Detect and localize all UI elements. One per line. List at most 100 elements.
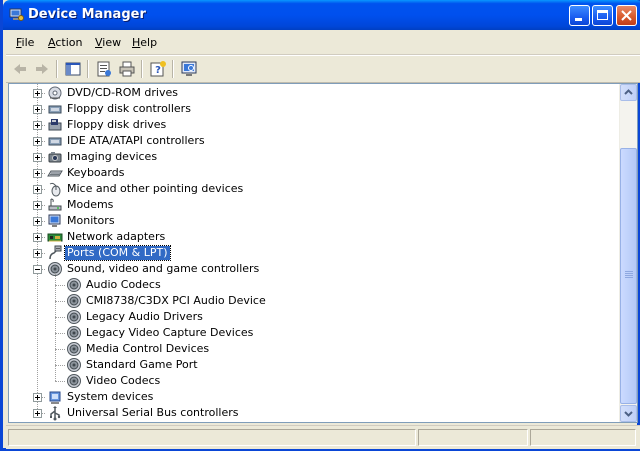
tree-item[interactable]: Mice and other pointing devices: [9, 181, 609, 197]
menu-view[interactable]: View: [95, 36, 121, 49]
status-pane-secondary: [418, 429, 528, 446]
device-tree[interactable]: DVD/CD-ROM drives Floppy disk controllers…: [8, 83, 638, 423]
minimize-button[interactable]: [569, 5, 590, 26]
menu-action[interactable]: Action: [48, 36, 82, 49]
back-icon[interactable]: [11, 60, 29, 78]
tree-child-label[interactable]: CMI8738/C3DX PCI Audio Device: [84, 294, 268, 308]
tree-item[interactable]: Monitors: [9, 213, 609, 229]
tree-item-label[interactable]: Mice and other pointing devices: [65, 182, 245, 196]
tree-child-item[interactable]: CMI8738/C3DX PCI Audio Device: [9, 293, 609, 309]
tree-item-label[interactable]: Sound, video and game controllers: [65, 262, 261, 276]
tree-item[interactable]: Modems: [9, 197, 609, 213]
expand-toggle[interactable]: [33, 233, 42, 242]
speaker-icon: [66, 373, 82, 389]
device-manager-window: Device Manager File Action View Help ? D…: [0, 0, 640, 451]
camera-icon: [47, 149, 63, 165]
tree-child-label[interactable]: Legacy Audio Drivers: [84, 310, 205, 324]
tree-connector: [55, 301, 65, 302]
speaker-icon: [66, 309, 82, 325]
vertical-scrollbar[interactable]: [619, 84, 637, 422]
expand-toggle[interactable]: [33, 201, 42, 210]
tree-item[interactable]: Floppy disk controllers: [9, 101, 609, 117]
tree-item[interactable]: Imaging devices: [9, 149, 609, 165]
tree-child-item[interactable]: Media Control Devices: [9, 341, 609, 357]
tree-item-label[interactable]: Monitors: [65, 214, 117, 228]
tree-item[interactable]: Sound, video and game controllers: [9, 261, 609, 277]
tree-child-label[interactable]: Media Control Devices: [84, 342, 211, 356]
tree-item[interactable]: Ports (COM & LPT): [9, 245, 609, 261]
tree-item[interactable]: Universal Serial Bus controllers: [9, 405, 609, 421]
tree-child-item[interactable]: Standard Game Port: [9, 357, 609, 373]
tree-item-label[interactable]: Universal Serial Bus controllers: [65, 406, 240, 420]
system-icon: [47, 389, 63, 405]
expand-toggle[interactable]: [33, 137, 42, 146]
scroll-up-button[interactable]: [620, 84, 637, 101]
controller-icon: [47, 133, 63, 149]
modem-icon: [47, 197, 63, 213]
menu-file[interactable]: File: [16, 36, 34, 49]
toolbar-separator: [141, 60, 143, 78]
network-card-icon: [47, 229, 63, 245]
tree-item[interactable]: Network adapters: [9, 229, 609, 245]
tree-connector: [55, 333, 65, 334]
tree-child-label[interactable]: Standard Game Port: [84, 358, 200, 372]
tree-child-label[interactable]: Legacy Video Capture Devices: [84, 326, 255, 340]
show-hide-tree-icon[interactable]: [64, 60, 82, 78]
maximize-button[interactable]: [592, 5, 613, 26]
tree-child-item[interactable]: Legacy Audio Drivers: [9, 309, 609, 325]
expand-toggle[interactable]: [33, 393, 42, 402]
expand-toggle[interactable]: [33, 217, 42, 226]
tree-item-label[interactable]: Floppy disk drives: [65, 118, 168, 132]
status-bar: [6, 425, 640, 449]
menu-help[interactable]: Help: [132, 36, 157, 49]
tree-item[interactable]: DVD/CD-ROM drives: [9, 85, 609, 101]
expand-toggle[interactable]: [33, 105, 42, 114]
close-button[interactable]: [616, 5, 637, 26]
tree-item-label[interactable]: Ports (COM & LPT): [64, 245, 171, 261]
tree-item-label[interactable]: System devices: [65, 390, 155, 404]
tree-item-label[interactable]: Network adapters: [65, 230, 167, 244]
title-bar[interactable]: Device Manager: [3, 0, 640, 30]
scroll-thumb[interactable]: [620, 148, 637, 404]
tree-item-label[interactable]: IDE ATA/ATAPI controllers: [65, 134, 207, 148]
speaker-icon: [66, 293, 82, 309]
expand-toggle[interactable]: [33, 169, 42, 178]
tree-child-item[interactable]: Legacy Video Capture Devices: [9, 325, 609, 341]
tree-connector: [55, 381, 65, 382]
expand-toggle[interactable]: [33, 409, 42, 418]
scroll-down-button[interactable]: [620, 405, 637, 422]
tree-item-label[interactable]: Imaging devices: [65, 150, 159, 164]
expand-toggle[interactable]: [33, 185, 42, 194]
tree-item-label[interactable]: Modems: [65, 198, 115, 212]
help-icon[interactable]: ?: [149, 60, 167, 78]
expand-toggle[interactable]: [33, 89, 42, 98]
scan-hardware-icon[interactable]: [180, 60, 198, 78]
forward-icon[interactable]: [33, 60, 51, 78]
tree-item-label[interactable]: DVD/CD-ROM drives: [65, 86, 180, 100]
svg-text:?: ?: [155, 65, 161, 76]
tree-item[interactable]: Floppy disk drives: [9, 117, 609, 133]
tree-connector: [55, 365, 65, 366]
tree-item-label[interactable]: Keyboards: [65, 166, 126, 180]
chevron-up-icon: [624, 89, 633, 95]
tree-child-item[interactable]: Video Codecs: [9, 373, 609, 389]
menu-bar: File Action View Help: [6, 30, 640, 55]
expand-toggle[interactable]: [33, 249, 42, 258]
mouse-icon: [47, 181, 63, 197]
collapse-toggle[interactable]: [33, 265, 42, 274]
floppy-drive-icon: [47, 117, 63, 133]
print-icon[interactable]: [118, 60, 136, 78]
expand-toggle[interactable]: [33, 153, 42, 162]
tree-item[interactable]: IDE ATA/ATAPI controllers: [9, 133, 609, 149]
tree-item[interactable]: Keyboards: [9, 165, 609, 181]
toolbar-separator: [56, 60, 58, 78]
tree-item[interactable]: System devices: [9, 389, 609, 405]
tree-item-label[interactable]: Floppy disk controllers: [65, 102, 193, 116]
tree-child-item[interactable]: Audio Codecs: [9, 277, 609, 293]
keyboard-icon: [47, 165, 63, 181]
expand-toggle[interactable]: [33, 121, 42, 130]
port-icon: [47, 245, 63, 261]
properties-icon[interactable]: [95, 60, 113, 78]
tree-child-label[interactable]: Video Codecs: [84, 374, 162, 388]
tree-child-label[interactable]: Audio Codecs: [84, 278, 163, 292]
